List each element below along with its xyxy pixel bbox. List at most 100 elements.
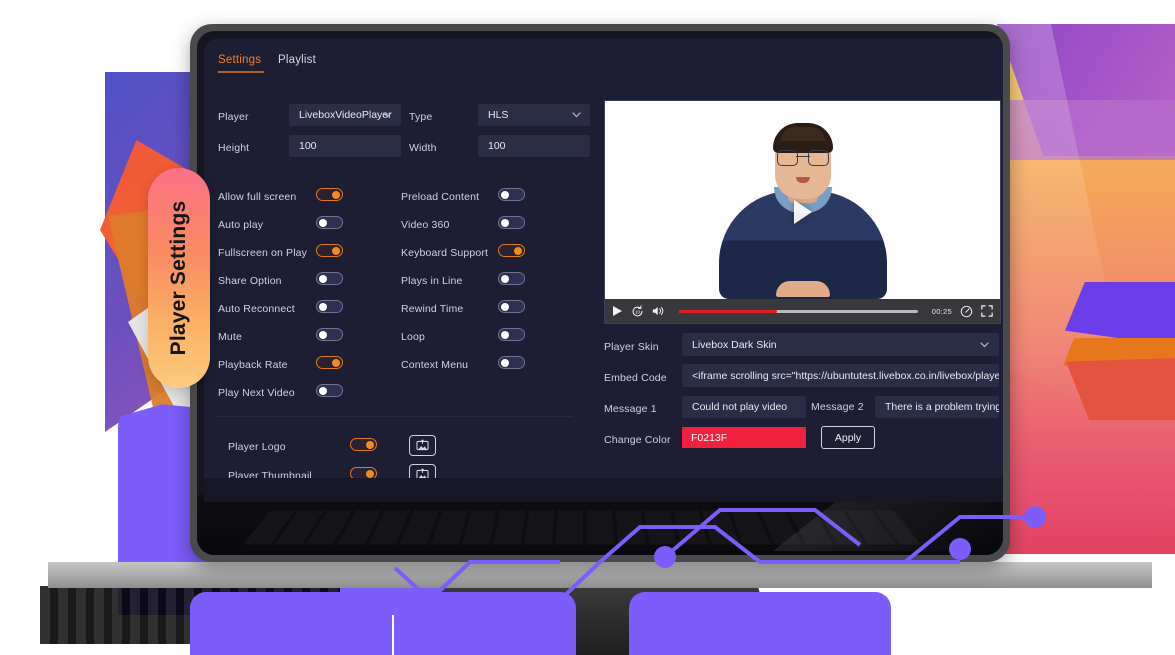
type-select-value: HLS <box>488 109 509 121</box>
svg-text:10: 10 <box>635 309 640 314</box>
toggle-share-option[interactable] <box>316 272 343 285</box>
player-select-value: LiveboxVideoPlayer <box>299 109 392 121</box>
toggle-playback-rate[interactable] <box>316 356 343 369</box>
tab-playlist[interactable]: Playlist <box>278 54 316 66</box>
toggle-rewind-time[interactable] <box>498 300 525 313</box>
tab-settings[interactable]: Settings <box>218 54 261 66</box>
toggle-loop[interactable] <box>498 328 525 341</box>
section-divider <box>218 416 573 417</box>
toggle-label-allow-full-screen: Allow full screen <box>218 191 297 203</box>
toggle-label-context-menu: Context Menu <box>401 359 469 371</box>
width-label: Width <box>409 142 437 154</box>
height-input[interactable]: 100 <box>289 135 401 157</box>
video-preview[interactable]: 10 00:25 <box>604 100 1001 324</box>
embed-code-input[interactable]: <iframe scrolling src="https://ubuntutes… <box>682 364 999 387</box>
toggle-label-plays-in-line: Plays in Line <box>401 275 463 287</box>
subject-glasses <box>776 150 829 166</box>
volume-icon[interactable] <box>652 305 665 317</box>
toggle-player-logo[interactable] <box>350 438 377 451</box>
player-skin-select[interactable]: Livebox Dark Skin <box>682 333 999 356</box>
screen-bottom-strip <box>204 478 1003 502</box>
play-icon[interactable] <box>612 305 623 317</box>
monitor-bezel: Settings Playlist Player LiveboxVideoPla… <box>190 24 1010 562</box>
toggle-label-rewind-time: Rewind Time <box>401 303 464 315</box>
center-play-icon[interactable] <box>793 200 812 224</box>
change-color-value: F0213F <box>691 431 728 444</box>
player-settings-badge-label: Player Settings <box>167 200 190 356</box>
toggle-play-next-video[interactable] <box>316 384 343 397</box>
rewind-10-icon[interactable]: 10 <box>631 304 644 318</box>
decor-violet-band-right <box>997 100 1175 160</box>
decor-gradient-panel-right <box>997 24 1175 554</box>
toggle-label-play-next-video: Play Next Video <box>218 387 295 399</box>
embed-code-value: <iframe scrolling src="https://ubuntutes… <box>692 369 999 382</box>
message1-value: Could not play video <box>692 401 788 413</box>
circuit-node <box>1024 506 1046 528</box>
tab-bar: Settings Playlist <box>204 38 1003 76</box>
toggle-label-mute: Mute <box>218 331 242 343</box>
width-input-value: 100 <box>488 140 506 152</box>
playback-speed-icon[interactable] <box>960 305 973 318</box>
app-screen: Settings Playlist Player LiveboxVideoPla… <box>204 38 1003 502</box>
toggle-preload-content[interactable] <box>498 188 525 201</box>
message2-input[interactable]: There is a problem trying to <box>875 396 999 418</box>
height-input-value: 100 <box>299 140 317 152</box>
toggle-allow-full-screen[interactable] <box>316 188 343 201</box>
embed-code-label: Embed Code <box>604 372 667 384</box>
player-logo-label: Player Logo <box>228 441 286 453</box>
player-skin-value: Livebox Dark Skin <box>692 338 777 351</box>
fullscreen-icon[interactable] <box>981 305 993 317</box>
change-color-input[interactable]: F0213F <box>682 427 806 448</box>
decor-orange-block-right <box>1063 338 1175 366</box>
toggle-label-preload-content: Preload Content <box>401 191 480 203</box>
type-select[interactable]: HLS <box>478 104 590 126</box>
player-settings-badge: Player Settings <box>148 168 210 388</box>
player-select[interactable]: LiveboxVideoPlayer <box>289 104 401 126</box>
monitor-foot <box>40 586 340 644</box>
toggle-label-auto-reconnect: Auto Reconnect <box>218 303 295 315</box>
toggle-context-menu[interactable] <box>498 356 525 369</box>
video-frame <box>605 101 1000 323</box>
apply-button[interactable]: Apply <box>821 426 875 449</box>
toggle-label-video-360: Video 360 <box>401 219 450 231</box>
seek-bar[interactable] <box>679 309 918 313</box>
subject-hair-sweep <box>780 127 825 141</box>
keyboard-highlight <box>773 499 993 551</box>
seek-progress <box>679 309 777 313</box>
monitor: Settings Playlist Player LiveboxVideoPla… <box>40 24 1152 655</box>
image-upload-icon[interactable] <box>409 435 436 456</box>
toggle-label-fullscreen-on-play: Fullscreen on Play <box>218 247 308 259</box>
height-label: Height <box>218 142 250 154</box>
toggle-auto-play[interactable] <box>316 216 343 229</box>
player-label: Player <box>218 111 249 123</box>
message1-label: Message 1 <box>604 403 657 415</box>
toggle-label-auto-play: Auto play <box>218 219 264 231</box>
type-label: Type <box>409 111 433 123</box>
player-skin-label: Player Skin <box>604 341 659 353</box>
monitor-base-bar <box>48 562 1152 588</box>
chevron-down-icon <box>980 339 989 351</box>
change-color-label: Change Color <box>604 434 671 446</box>
toggle-fullscreen-on-play[interactable] <box>316 244 343 257</box>
monitor-stand <box>420 588 780 655</box>
tab-active-underline <box>218 71 264 73</box>
video-control-bar: 10 00:25 <box>605 299 1000 323</box>
decor-purple-block-top-right <box>997 24 1175 156</box>
monitor-screen-area: Settings Playlist Player LiveboxVideoPla… <box>197 31 1003 555</box>
toggle-keyboard-support[interactable] <box>498 244 525 257</box>
toggle-mute[interactable] <box>316 328 343 341</box>
message2-value: There is a problem trying to <box>885 401 999 413</box>
toggle-video-360[interactable] <box>498 216 525 229</box>
screenshot-root: Settings Playlist Player LiveboxVideoPla… <box>0 0 1175 655</box>
decor-blue-block-right <box>1065 282 1175 346</box>
chevron-down-icon <box>383 112 392 118</box>
keyboard <box>197 495 1003 555</box>
width-input[interactable]: 100 <box>478 135 590 157</box>
message1-input[interactable]: Could not play video <box>682 396 806 418</box>
chevron-down-icon <box>572 112 581 118</box>
subject-hands <box>775 281 830 297</box>
toggle-auto-reconnect[interactable] <box>316 300 343 313</box>
toggle-plays-in-line[interactable] <box>498 272 525 285</box>
toggle-label-keyboard-support: Keyboard Support <box>401 247 489 259</box>
time-display: 00:25 <box>931 306 952 316</box>
